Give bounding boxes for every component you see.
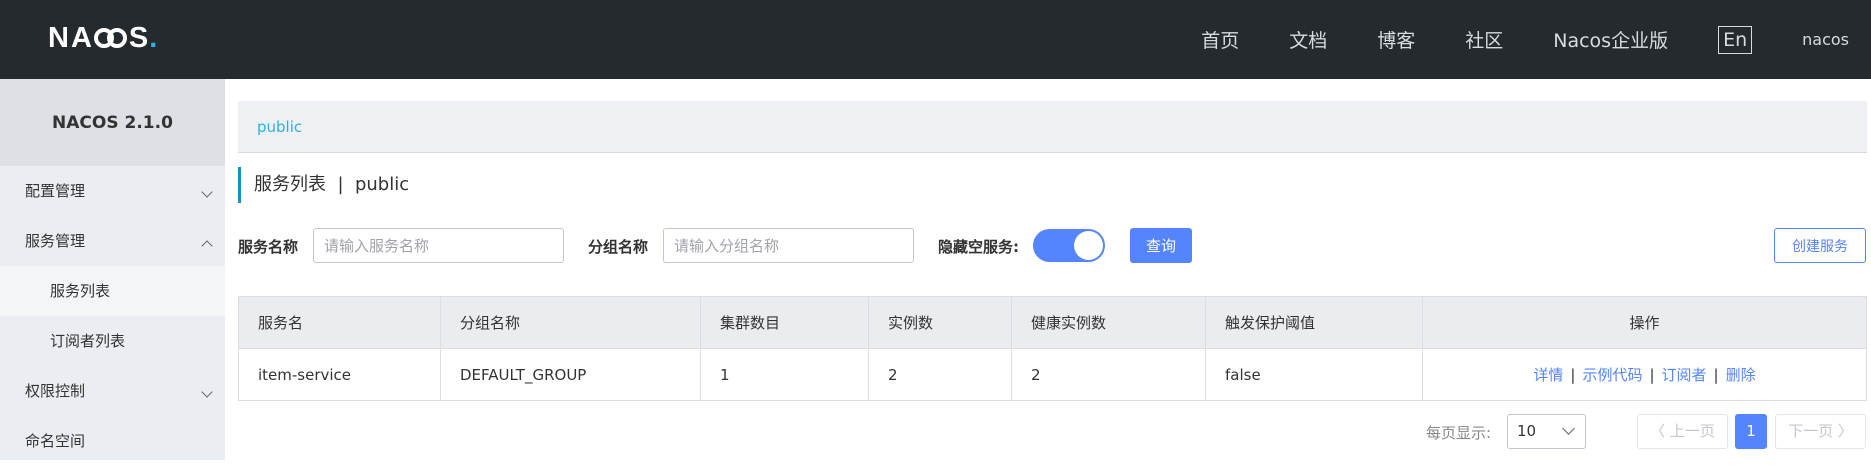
delete-link[interactable]: 删除 (1726, 366, 1756, 384)
detail-link[interactable]: 详情 (1533, 366, 1563, 384)
chevron-down-icon (201, 386, 213, 398)
nav-blog[interactable]: 博客 (1377, 26, 1415, 53)
sidebar-item-label: 命名空间 (25, 432, 86, 450)
separator: | (1713, 366, 1719, 384)
page-size-value: 10 (1517, 422, 1537, 440)
top-nav: 首页 文档 博客 社区 Nacos企业版 En nacos (1201, 0, 1871, 79)
language-switch-button[interactable]: En (1718, 25, 1753, 54)
table-row: item-service DEFAULT_GROUP 1 2 2 false 详… (238, 348, 1867, 401)
create-service-button[interactable]: 创建服务 (1774, 228, 1866, 263)
nav-enterprise[interactable]: Nacos企业版 (1553, 26, 1668, 53)
query-button[interactable]: 查询 (1130, 228, 1192, 263)
page-size-select[interactable]: 10 (1507, 414, 1586, 449)
sidebar-item-service-list[interactable]: 服务列表 (0, 266, 225, 316)
chevron-down-icon (1562, 422, 1575, 435)
column-header: 触发保护阈值 (1205, 296, 1423, 349)
hide-empty-label: 隐藏空服务: (938, 238, 1019, 256)
cell-service-name: item-service (238, 348, 441, 401)
cell-cluster-count: 1 (700, 348, 869, 401)
sidebar-item-access-control[interactable]: 权限控制 (0, 366, 225, 416)
group-name-input[interactable] (663, 228, 914, 263)
toggle-knob (1074, 231, 1103, 260)
page-size-label: 每页显示: (1426, 424, 1492, 442)
cell-operations: 详情 | 示例代码 | 订阅者 | 删除 (1422, 348, 1867, 401)
namespace-bar: public (238, 101, 1867, 153)
top-bar: NAS. 首页 文档 博客 社区 Nacos企业版 En nacos (0, 0, 1871, 79)
page-title: 服务列表 | public (238, 167, 409, 203)
sidebar-item-service-management[interactable]: 服务管理 (0, 216, 225, 266)
service-name-label: 服务名称 (238, 238, 299, 256)
cell-instance-count: 2 (868, 348, 1012, 401)
column-header: 服务名 (238, 296, 441, 349)
sidebar-item-subscriber-list[interactable]: 订阅者列表 (0, 316, 225, 366)
nacos-logo[interactable]: NAS. (48, 18, 158, 58)
column-header: 分组名称 (440, 296, 701, 349)
sample-code-link[interactable]: 示例代码 (1582, 366, 1642, 384)
next-page-label: 下一页 (1788, 422, 1834, 440)
hide-empty-services-toggle[interactable] (1033, 229, 1105, 262)
next-page-button[interactable]: 下一页 〉 (1775, 414, 1866, 449)
current-page-button[interactable]: 1 (1735, 414, 1767, 449)
column-header: 健康实例数 (1011, 296, 1206, 349)
cell-group-name: DEFAULT_GROUP (440, 348, 701, 401)
user-name[interactable]: nacos (1802, 30, 1849, 49)
sidebar-item-config-management[interactable]: 配置管理 (0, 166, 225, 216)
namespace-link-public[interactable]: public (257, 118, 302, 136)
prev-page-button[interactable]: 〈 上一页 (1637, 414, 1728, 449)
sidebar: NACOS 2.1.0 配置管理 服务管理 服务列表 订阅者列表 权限控制 命名… (0, 79, 225, 460)
nav-docs[interactable]: 文档 (1289, 26, 1327, 53)
sidebar-item-label: 服务列表 (50, 282, 111, 300)
nav-home[interactable]: 首页 (1201, 26, 1239, 53)
sidebar-item-label: 配置管理 (25, 182, 86, 200)
service-table: 服务名 分组名称 集群数目 实例数 健康实例数 触发保护阈值 操作 item-s… (238, 296, 1867, 401)
cell-protect-threshold: false (1205, 348, 1423, 401)
sidebar-item-label: 权限控制 (25, 382, 86, 400)
nav-community[interactable]: 社区 (1465, 26, 1503, 53)
sidebar-item-namespace[interactable]: 命名空间 (0, 416, 225, 466)
chevron-down-icon (201, 186, 213, 198)
column-header: 操作 (1422, 296, 1867, 349)
cell-healthy-count: 2 (1011, 348, 1206, 401)
service-name-input[interactable] (313, 228, 564, 263)
version-title: NACOS 2.1.0 (0, 79, 225, 166)
subscribers-link[interactable]: 订阅者 (1662, 366, 1707, 384)
group-name-label: 分组名称 (588, 238, 649, 256)
chevron-up-icon (201, 240, 213, 252)
column-header: 实例数 (868, 296, 1012, 349)
separator: | (1649, 366, 1655, 384)
prev-page-label: 上一页 (1669, 422, 1715, 440)
sidebar-item-label: 订阅者列表 (50, 332, 126, 350)
column-header: 集群数目 (700, 296, 869, 349)
sidebar-item-label: 服务管理 (25, 232, 86, 250)
chevron-right-icon: 〉 (1833, 422, 1853, 440)
table-header-row: 服务名 分组名称 集群数目 实例数 健康实例数 触发保护阈值 操作 (238, 296, 1867, 349)
chevron-left-icon: 〈 (1650, 422, 1670, 440)
separator: | (1570, 366, 1576, 384)
